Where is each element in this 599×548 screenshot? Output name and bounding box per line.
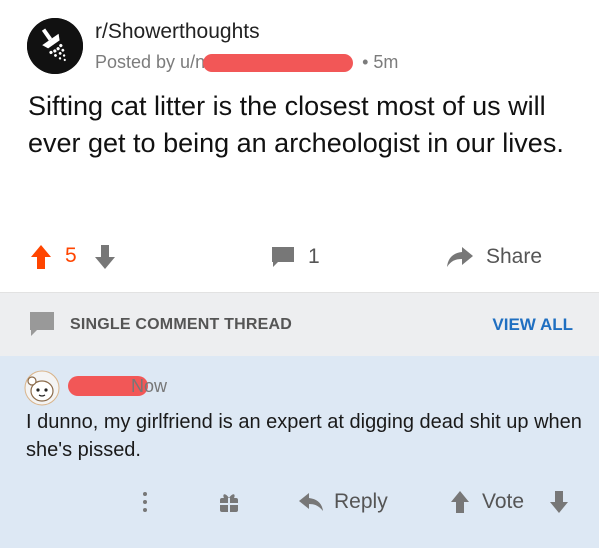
downvote-button[interactable]	[94, 244, 116, 270]
share-button[interactable]: Share	[446, 245, 542, 269]
share-arrow-icon	[447, 247, 473, 267]
comment-card: Now I dunno, my girlfriend is an expert …	[0, 356, 599, 548]
comment-downvote-button[interactable]	[549, 490, 569, 514]
reply-button[interactable]: Reply	[298, 490, 388, 514]
comment-body[interactable]: I dunno, my girlfriend is an expert at d…	[26, 408, 586, 464]
post-time: • 5m	[362, 52, 399, 72]
posted-by-label[interactable]: Posted by u/n	[95, 52, 205, 72]
shower-head-icon	[27, 18, 83, 74]
redacted-username	[203, 54, 354, 73]
upvote-button[interactable]	[30, 244, 52, 270]
more-options-button[interactable]	[140, 490, 150, 514]
comment-time: Now	[131, 376, 168, 396]
upvote-icon	[31, 245, 51, 269]
vote-label: Vote	[482, 490, 525, 513]
subreddit-avatar-icon[interactable]	[27, 18, 83, 74]
view-all-link[interactable]: VIEW ALL	[492, 315, 573, 335]
share-label: Share	[486, 245, 543, 268]
single-thread-bar: SINGLE COMMENT THREAD VIEW ALL	[0, 292, 599, 357]
comments-button[interactable]: 1	[270, 245, 320, 269]
comments-count: 1	[308, 245, 320, 268]
reply-arrow-icon	[299, 493, 323, 511]
post-actions: 5 1 Share	[0, 238, 599, 278]
downvote-icon	[95, 245, 115, 269]
post-score: 5	[65, 244, 77, 267]
post-card: r/Showerthoughts Posted by u/n • 5m Sift…	[0, 0, 599, 290]
post-title[interactable]: Sifting cat litter is the closest most o…	[28, 88, 578, 162]
user-avatar-icon[interactable]	[24, 370, 60, 406]
upvote-icon	[451, 491, 469, 513]
comment-upvote-button[interactable]: Vote	[450, 490, 524, 514]
comment-bubble-icon	[30, 312, 54, 336]
comment-bubble-icon	[272, 247, 294, 267]
subreddit-name[interactable]: r/Showerthoughts	[95, 20, 260, 44]
thread-label: SINGLE COMMENT THREAD	[70, 316, 292, 333]
downvote-icon	[550, 491, 568, 513]
post-meta: Posted by u/n • 5m	[95, 52, 398, 73]
more-vertical-icon	[143, 492, 147, 512]
gift-button[interactable]	[218, 490, 240, 514]
reply-label: Reply	[334, 490, 388, 513]
comment-actions: Reply Vote	[0, 484, 599, 524]
gift-icon	[220, 494, 238, 512]
